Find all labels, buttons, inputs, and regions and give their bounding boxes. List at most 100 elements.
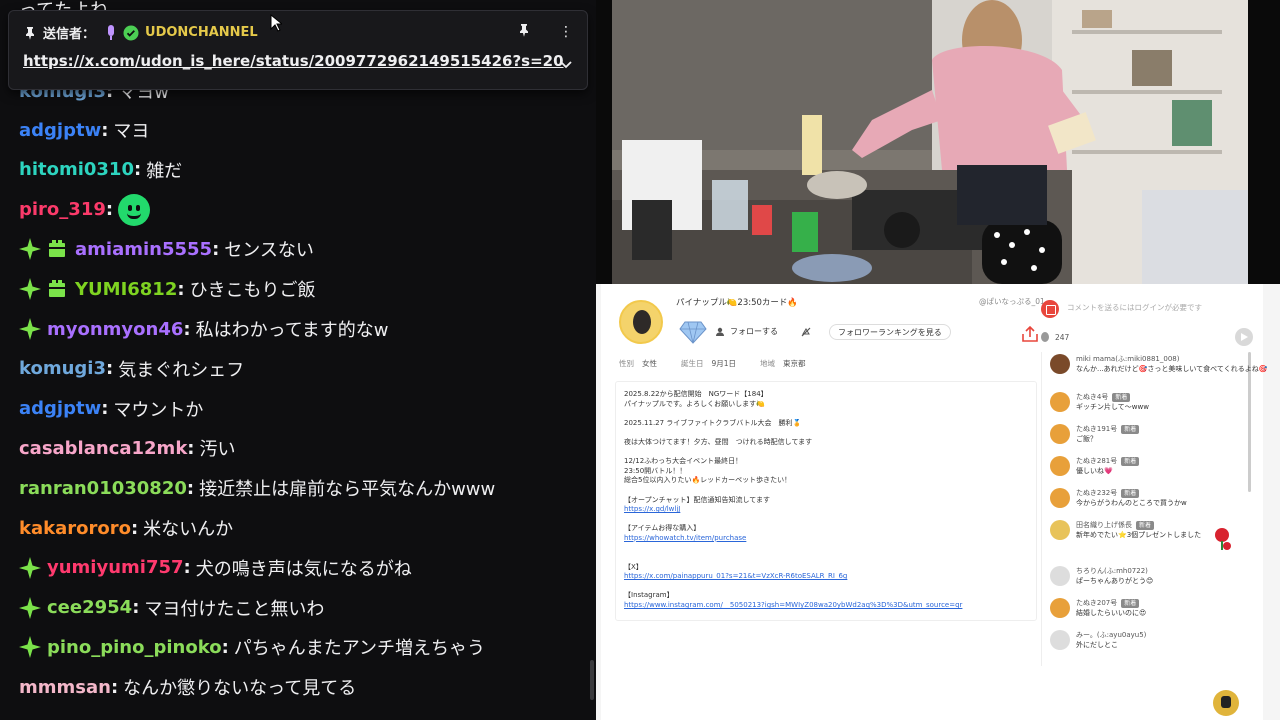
spark-badge-icon[interactable] (19, 636, 41, 659)
info-gender: 性別 女性 (619, 359, 657, 368)
chat-message-text: 汚い (199, 439, 236, 461)
commenter-avatar[interactable] (1050, 424, 1070, 444)
more-options-icon[interactable]: ⋮ (557, 23, 575, 41)
commenter-avatar[interactable] (1050, 566, 1070, 586)
commenter-name[interactable]: miki mama(ふ:miki0881_008) (1076, 355, 1179, 363)
commenter-avatar[interactable] (1050, 456, 1070, 476)
chat-message-text: マヨ付けたこと無いわ (144, 598, 325, 620)
comment-text: 新年めでたい⭐3個プレゼントしました (1076, 531, 1202, 539)
commenter-name[interactable]: 田名織り上げ係長 (1076, 521, 1132, 529)
commenter-avatar[interactable] (1050, 488, 1070, 508)
commenter-name[interactable]: たぬき232号 (1076, 489, 1117, 497)
bio-spacer (624, 515, 1028, 525)
comment-body: miki mama(ふ:miki0881_008) なんか...あれだけど🎯さっと… (1076, 354, 1267, 374)
bio-line: 12/12ふわっち大会イベント最終日！ (624, 457, 743, 466)
mute-icon[interactable] (801, 327, 811, 337)
commenter-name[interactable]: ちろりん(ふ:mh0722) (1076, 567, 1148, 575)
chat-username[interactable]: casablanca12mk (19, 438, 187, 459)
bio-link[interactable]: https://x.gd/lwljJ (624, 505, 1028, 515)
commenter-avatar[interactable] (1050, 354, 1070, 374)
chat-message: amiamin5555: センスない (19, 234, 314, 264)
bio-link[interactable]: https://x.com/painappuru_01?s=21&t=VzXcR… (624, 572, 1028, 582)
chat-colon: : (101, 398, 109, 420)
pinned-link[interactable]: https://x.com/udon_is_here/status/200977… (23, 52, 564, 70)
chat-username[interactable]: cee2954 (47, 597, 132, 618)
chat-username[interactable]: kakarororo (19, 518, 131, 539)
spark-badge-icon[interactable] (19, 238, 41, 261)
chat-username[interactable]: YUMI6812 (75, 279, 177, 300)
chat-username[interactable]: hitomi0310 (19, 159, 134, 180)
ranking-button[interactable]: フォロワーランキングを見る (829, 324, 951, 340)
commenter-avatar[interactable] (1050, 598, 1070, 618)
profile-bio: 2025.8.22から配信開始 NGワード【184】 パイナップルです。よろしくお… (615, 381, 1037, 621)
profile-avatar[interactable] (619, 300, 663, 344)
chat-message-text: 雑だ (146, 160, 183, 182)
profile-page: パイナップル🍋23:50カード🔥 @ぱいなっぷる_01 フォローする フォロワー… (596, 284, 1280, 720)
new-commenter-badge: 新着 (1121, 489, 1140, 498)
gift-icon[interactable] (1041, 300, 1059, 318)
verified-badge-icon (123, 25, 139, 40)
commenter-name[interactable]: たぬき207号 (1076, 599, 1117, 607)
comment-text: ご飯？ (1076, 435, 1097, 443)
video-player[interactable]: パイナップル🍋23:50カード🔥 @ぱいなっぷる_01 フォローする フォロワー… (596, 0, 1280, 720)
commenter-avatar[interactable] (1050, 630, 1070, 650)
comment-item: たぬき207号 新着 結婚したらいいのに😍 (1050, 598, 1146, 618)
chat-message-text: パちゃんまたアンチ増えちゃう (233, 638, 486, 660)
smile-emote-icon[interactable] (118, 193, 151, 226)
send-icon[interactable] (1235, 328, 1253, 346)
webcam-image (612, 0, 1248, 284)
bio-link[interactable]: https://whowatch.tv/item/purchase (624, 534, 1028, 544)
bio-spacer (624, 544, 1028, 554)
spark-badge-icon[interactable] (19, 556, 41, 579)
commenter-avatar[interactable] (1050, 520, 1070, 540)
chat-message-text: 気まぐれシェフ (118, 359, 245, 381)
chat-username[interactable]: adgjptw (19, 398, 101, 419)
chat-message: hitomi0310: 雑だ (19, 155, 182, 185)
bio-link[interactable]: https://www.instagram.com/__5050213?igsh… (624, 601, 1028, 611)
bio-line: 【オープンチャット】配信通知告知流してます (624, 495, 770, 504)
comment-item: 田名織り上げ係長 新着 新年めでたい⭐3個プレゼントしました (1050, 520, 1201, 540)
comment-text: ぱーちゃんありがとう😊 (1076, 577, 1154, 585)
chat-username[interactable]: adgjptw (19, 120, 101, 141)
chat-username[interactable]: mmmsan (19, 677, 111, 698)
comment-input[interactable]: コメントを送るにはログインが必要です (1067, 302, 1202, 313)
chat-username[interactable]: myonmyon46 (47, 319, 183, 340)
comment-body: ちろりん(ふ:mh0722) ぱーちゃんありがとう😊 (1076, 566, 1153, 586)
chat-username[interactable]: yumiyumi757 (47, 557, 184, 578)
pin-toggle-icon[interactable] (515, 23, 533, 41)
comment-item: みー。(ふ:ayu0ayu5) 外にだしとこ (1050, 630, 1146, 650)
bio-spacer (624, 486, 1028, 496)
comment-text: 外にだしとこ (1076, 641, 1118, 649)
chat-username[interactable]: komugi3 (19, 358, 106, 379)
bio-line: 【X】 (624, 562, 643, 571)
spark-badge-icon[interactable] (19, 278, 41, 301)
chat-username[interactable]: piro_319 (19, 199, 106, 220)
share-icon[interactable] (1021, 326, 1039, 342)
chat-scrollbar[interactable] (590, 660, 594, 700)
commenter-name[interactable]: たぬき281号 (1076, 457, 1117, 465)
commenter-name[interactable]: たぬき191号 (1076, 425, 1117, 433)
chat-username[interactable]: pino_pino_pinoko (47, 637, 222, 658)
chevron-down-icon[interactable] (559, 57, 573, 71)
new-commenter-badge: 新着 (1121, 457, 1140, 466)
chat-message-text: マウントか (113, 399, 204, 421)
follow-label: フォローする (730, 327, 778, 336)
chat-username[interactable]: ranran01030820 (19, 478, 187, 499)
follow-button[interactable]: フォローする (716, 326, 778, 337)
commenter-name[interactable]: たぬき4号 (1076, 393, 1108, 401)
chat-message-text: 米ないんか (143, 519, 234, 540)
info-region: 地域 東京都 (760, 359, 806, 368)
bio-spacer (624, 448, 1028, 458)
commenter-name[interactable]: みー。(ふ:ayu0ayu5) (1076, 631, 1146, 639)
spark-badge-icon[interactable] (19, 318, 41, 340)
chat-message: piro_319: (19, 193, 151, 226)
bio-line: 2025.11.27 ライブファイトクラブバトル大会 勝利🏅 (624, 418, 802, 427)
pinned-channel-name[interactable]: UDONCHANNEL (145, 25, 258, 40)
commenter-avatar[interactable] (1050, 392, 1070, 412)
gift-badge-icon[interactable] (47, 279, 67, 299)
chat-username[interactable]: amiamin5555 (75, 239, 212, 260)
profile-card: パイナップル🍋23:50カード🔥 @ぱいなっぷる_01 フォローする フォロワー… (601, 284, 1267, 720)
pinned-message: 送信者： UDONCHANNEL ⋮ https://x.com/udon_is… (8, 10, 588, 90)
spark-badge-icon[interactable] (19, 596, 41, 619)
gift-badge-icon[interactable] (47, 239, 67, 259)
